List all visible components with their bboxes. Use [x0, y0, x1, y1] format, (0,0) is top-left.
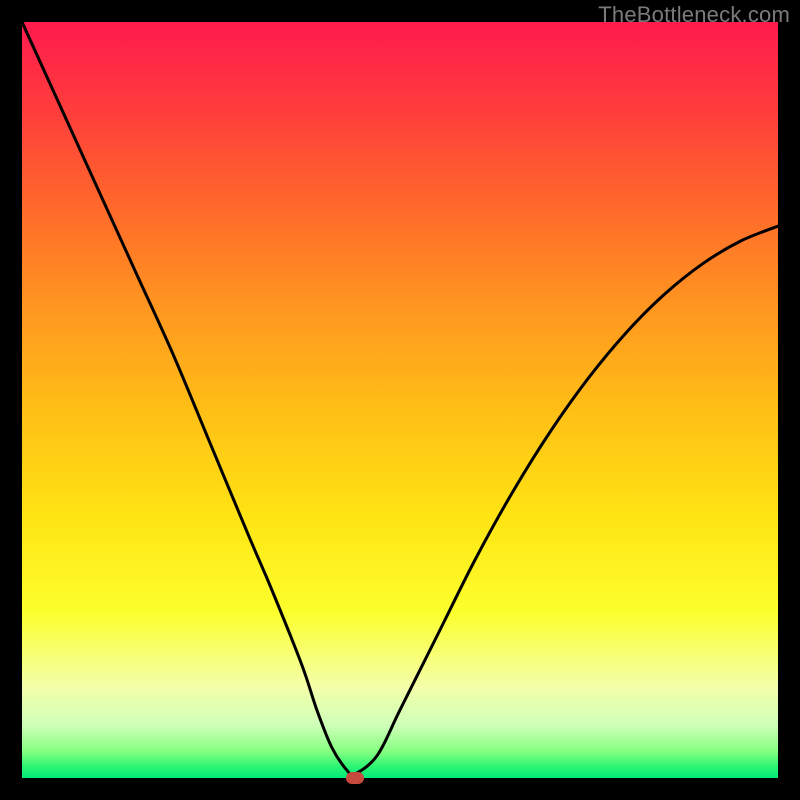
watermark-text: TheBottleneck.com [598, 2, 790, 28]
plot-area [22, 22, 778, 778]
bottleneck-curve [22, 22, 778, 778]
chart-frame: TheBottleneck.com [0, 0, 800, 800]
curve-marker [346, 772, 364, 784]
